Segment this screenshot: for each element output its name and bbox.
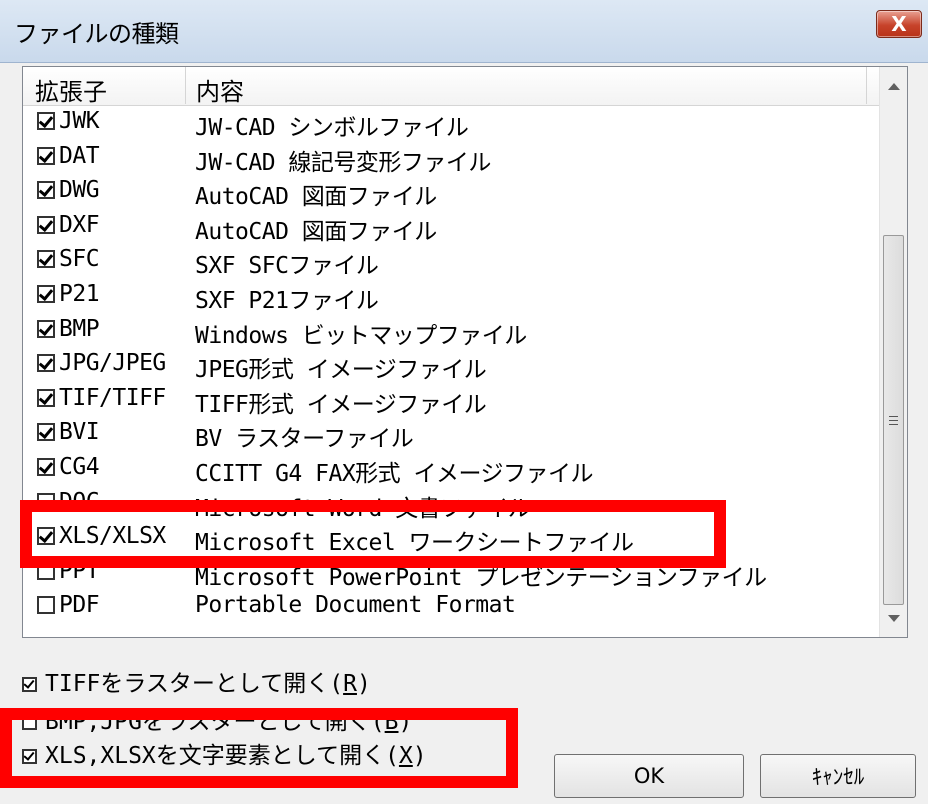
list-item[interactable]: BVI BV ラスターファイル <box>23 416 879 453</box>
description-label: Windows ビットマップファイル <box>195 322 527 349</box>
list-item[interactable]: XLS/XLSX Microsoft Excel ワークシートファイル <box>23 520 879 557</box>
extension-label: SFC <box>59 246 100 273</box>
column-header-extension[interactable]: 拡張子 <box>23 67 186 106</box>
close-button[interactable]: X <box>876 10 922 38</box>
extension-label: BVI <box>59 419 100 446</box>
checkbox-icon[interactable] <box>22 749 37 764</box>
list-item[interactable]: P21 SXF P21ファイル <box>23 278 879 314</box>
description-label: AutoCAD 図面ファイル <box>195 218 437 245</box>
extension-label: JWK <box>59 108 100 134</box>
description-label: AutoCAD 図面ファイル <box>195 184 437 211</box>
checkbox-icon[interactable] <box>37 492 55 511</box>
checkbox-icon[interactable] <box>37 527 55 546</box>
checkbox-icon[interactable] <box>37 354 55 373</box>
description-label: SXF P21ファイル <box>195 287 379 314</box>
checkbox-icon[interactable] <box>37 215 55 234</box>
column-header-description[interactable]: 内容 <box>186 67 867 106</box>
empty-row <box>23 624 879 637</box>
list-rows: JWK JW-CAD シンボルファイル DAT JW-CAD 線記号変形ファイル DWG… <box>23 105 879 637</box>
list-item[interactable]: BMP Windows ビットマップファイル <box>23 313 879 349</box>
extension-label: TIF/TIFF <box>59 384 166 411</box>
extension-label: XLS/XLSX <box>59 523 166 550</box>
list-item[interactable]: JPG/JPEG JPEG形式 イメージファイル <box>23 347 879 384</box>
extension-label: BMP <box>59 315 100 342</box>
description-label: CCITT G4 FAX形式 イメージファイル <box>195 460 594 487</box>
extension-label: DAT <box>59 142 100 169</box>
file-type-list[interactable]: 拡張子 内容 JWK JW-CAD シンボルファイル DAT JW-CAD 線記号変形… <box>22 66 908 638</box>
list-item[interactable]: PDF Portable Document Format <box>23 589 879 624</box>
description-label: JW-CAD シンボルファイル <box>195 115 469 141</box>
checkbox-icon[interactable] <box>37 457 55 476</box>
window-title: ファイルの種類 <box>14 20 179 48</box>
list-item[interactable]: TIF/TIFF TIFF形式 イメージファイル <box>23 382 879 418</box>
checkbox-icon[interactable] <box>37 596 55 615</box>
list-item[interactable]: SFC SXF SFCファイル <box>23 243 879 280</box>
scroll-thumb[interactable] <box>883 235 904 605</box>
description-label: TIFF形式 イメージファイル <box>195 391 487 418</box>
checkbox-icon[interactable] <box>37 146 55 165</box>
ok-button[interactable]: OK <box>554 754 744 798</box>
description-label: JW-CAD 線記号変形ファイル <box>195 149 491 176</box>
option-bmp-jpg-raster[interactable]: BMP,JPGをラスターとして開く(B) <box>22 702 412 736</box>
list-item[interactable]: DWG AutoCAD 図面ファイル <box>23 174 879 211</box>
description-label: JPEG形式 イメージファイル <box>195 357 487 384</box>
checkbox-icon[interactable] <box>37 561 55 580</box>
close-icon: X <box>891 12 907 36</box>
list-header: 拡張子 内容 <box>23 67 879 106</box>
checkbox-icon[interactable] <box>37 250 55 269</box>
option-xls-text[interactable]: XLS,XLSXを文字要素として開く(X) <box>22 736 427 770</box>
checkbox-icon[interactable] <box>37 284 55 303</box>
description-label: SXF SFCファイル <box>195 253 379 280</box>
vertical-scrollbar[interactable] <box>879 67 907 637</box>
scroll-up-icon[interactable] <box>888 83 900 90</box>
list-item[interactable]: JWK JW-CAD シンボルファイル <box>23 105 879 141</box>
extension-label: DWG <box>59 177 100 204</box>
checkbox-icon[interactable] <box>37 112 55 130</box>
extension-label: P21 <box>59 280 100 307</box>
checkbox-icon[interactable] <box>37 388 55 407</box>
extension-label: DXF <box>59 211 100 238</box>
description-label: Microsoft Word 文書ファイル <box>195 495 531 522</box>
list-item[interactable]: PPT Microsoft PowerPoint プレゼンテーションファイル <box>23 555 879 591</box>
cancel-button[interactable]: ｷｬﾝｾﾙ <box>760 754 916 798</box>
list-item[interactable]: CG4 CCITT G4 FAX形式 イメージファイル <box>23 451 879 487</box>
extension-label: JPG/JPEG <box>59 350 166 377</box>
title-bar: ファイルの種類 X <box>0 0 928 63</box>
list-item[interactable]: DOC Microsoft Word 文書ファイル <box>23 486 879 522</box>
extension-label: CG4 <box>59 453 100 480</box>
checkbox-icon[interactable] <box>37 423 55 442</box>
checkbox-icon[interactable] <box>37 319 55 338</box>
checkbox-icon[interactable] <box>37 181 55 200</box>
checkbox-icon[interactable] <box>22 677 37 692</box>
extension-label: PPT <box>59 557 100 584</box>
option-tiff-raster[interactable]: TIFFをラスターとして開く(R) <box>22 664 371 698</box>
checkbox-icon[interactable] <box>22 715 37 730</box>
extension-label: DOC <box>59 488 100 515</box>
list-item[interactable]: DXF AutoCAD 図面ファイル <box>23 209 879 245</box>
description-label: Microsoft PowerPoint プレゼンテーションファイル <box>195 564 767 591</box>
description-label: Microsoft Excel ワークシートファイル <box>195 530 634 557</box>
extension-label: PDF <box>59 592 100 619</box>
scroll-down-icon[interactable] <box>888 615 900 622</box>
description-label: Portable Document Format <box>195 592 516 619</box>
description-label: BV ラスターファイル <box>195 426 414 453</box>
list-item[interactable]: DAT JW-CAD 線記号変形ファイル <box>23 140 879 176</box>
